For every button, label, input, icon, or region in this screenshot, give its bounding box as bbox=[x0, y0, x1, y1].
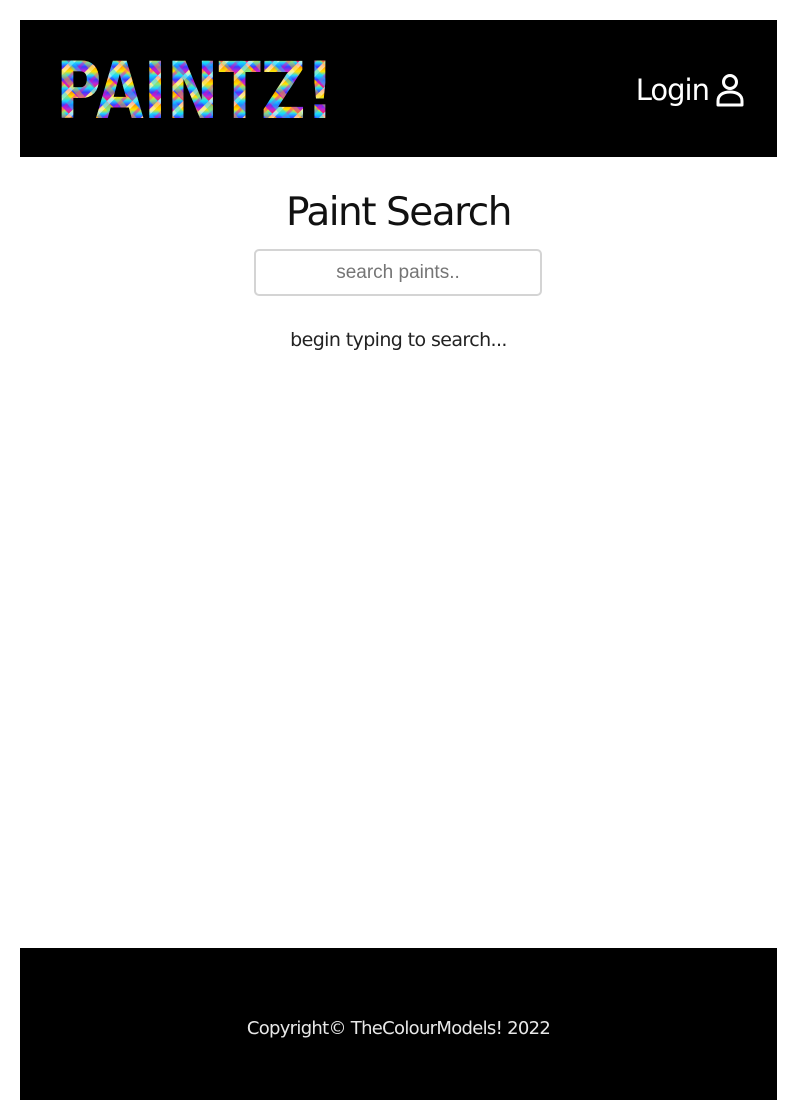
search-input[interactable] bbox=[254, 249, 542, 296]
site-header: PAINTZ! PAINTZ! Login bbox=[20, 20, 777, 157]
login-link[interactable]: Login bbox=[636, 72, 745, 108]
page: PAINTZ! PAINTZ! Login Paint Search begin… bbox=[0, 0, 797, 1120]
site-footer: Copyright© TheColourModels! 2022 bbox=[20, 948, 777, 1100]
logo-text-overlay: PAINTZ! bbox=[56, 50, 334, 126]
user-icon bbox=[716, 74, 744, 107]
paintz-logo[interactable]: PAINTZ! PAINTZ! bbox=[56, 50, 336, 126]
page-title: Paint Search bbox=[286, 190, 512, 235]
login-label: Login bbox=[635, 73, 710, 107]
search-hint: begin typing to search... bbox=[290, 329, 507, 351]
copyright-text: Copyright© TheColourModels! 2022 bbox=[246, 1018, 551, 1039]
